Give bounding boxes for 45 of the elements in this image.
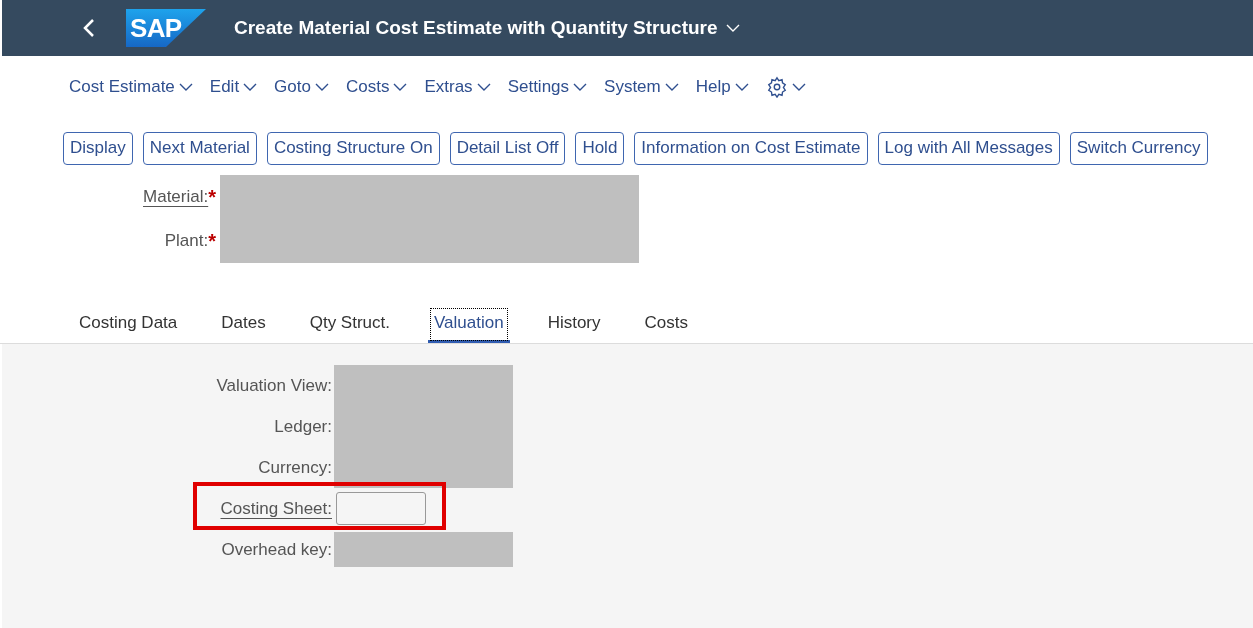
caret-icon	[573, 83, 588, 91]
caret-icon	[664, 83, 679, 91]
field-label: Currency:	[258, 456, 332, 479]
caret-icon	[734, 83, 749, 91]
field-label: Overhead key:	[221, 538, 332, 561]
tab[interactable]: Dates	[215, 306, 272, 343]
tab[interactable]: Costs	[638, 306, 694, 343]
toolbar-button[interactable]: Detail List Off	[449, 131, 566, 165]
caret-icon	[476, 83, 491, 91]
menu-item[interactable]: Cost Estimate	[69, 74, 193, 100]
caret-icon	[725, 24, 740, 32]
toolbar-button[interactable]: Switch Currency	[1069, 131, 1208, 165]
toolbar-button[interactable]: Next Material	[142, 131, 257, 165]
field-label: Costing Sheet:	[220, 497, 332, 520]
caret-icon	[791, 83, 806, 91]
tab[interactable]: History	[541, 306, 607, 343]
caret-icon	[243, 83, 258, 91]
settings-button[interactable]	[765, 76, 806, 98]
logo: SAP	[126, 9, 206, 47]
menu-item[interactable]: System	[604, 74, 679, 100]
caret-icon	[393, 83, 408, 91]
toolbar-button[interactable]: Log with All Messages	[877, 131, 1060, 165]
caret-icon	[314, 83, 329, 91]
menu-item[interactable]: Goto	[274, 74, 329, 100]
required-mark: *	[208, 187, 216, 207]
caret-icon	[178, 83, 193, 91]
app-title[interactable]: Create Material Cost Estimate with Quantity Structure	[234, 13, 740, 43]
toolbar-button[interactable]: Information on Cost Estimate	[634, 131, 868, 165]
menu-item[interactable]: Edit	[209, 74, 258, 100]
menu-item[interactable]: Extras	[424, 74, 491, 100]
field-label: Plant:	[164, 230, 209, 253]
tab[interactable]: Qty Struct.	[303, 306, 396, 343]
toolbar-button[interactable]: Display	[63, 131, 133, 165]
gear-icon	[765, 76, 788, 98]
field-label: Ledger:	[274, 415, 332, 438]
menu-item[interactable]: Help	[695, 74, 749, 100]
menu-item[interactable]: Settings	[507, 74, 588, 100]
toolbar-button[interactable]: Costing Structure On	[266, 131, 440, 165]
field-label: Valuation View:	[216, 374, 332, 397]
tab[interactable]: Costing Data	[73, 306, 184, 343]
field-label: Material:	[143, 186, 209, 209]
required-mark: *	[208, 231, 216, 251]
toolbar-button[interactable]: Hold	[575, 131, 625, 165]
menu-item[interactable]: Costs	[345, 74, 408, 100]
input-field[interactable]	[336, 492, 426, 525]
